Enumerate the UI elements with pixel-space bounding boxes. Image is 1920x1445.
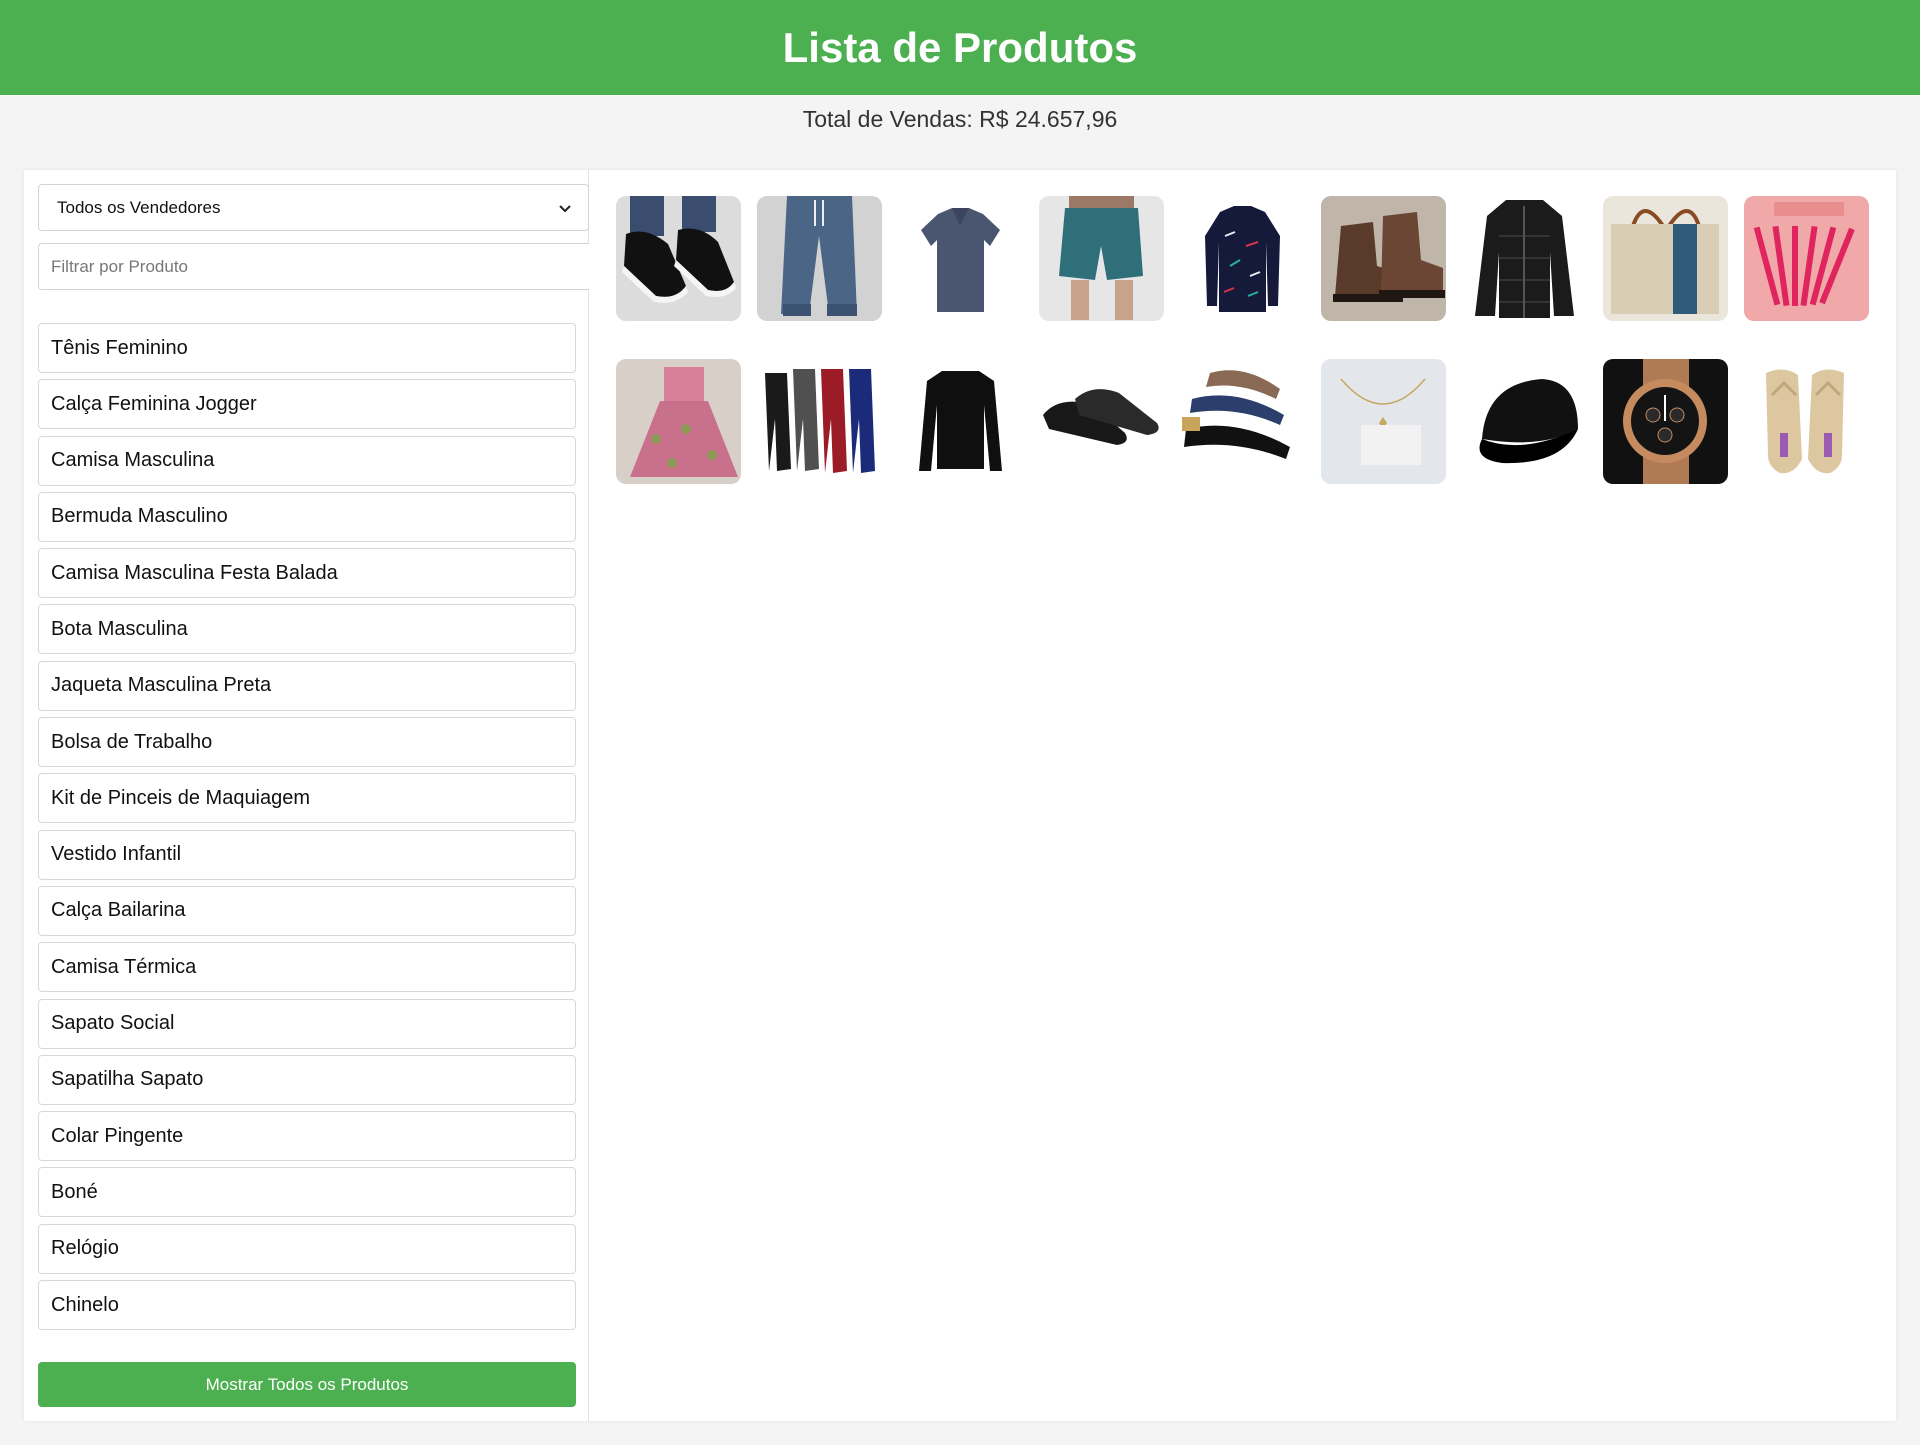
product-list-item[interactable]: Relógio bbox=[38, 1223, 576, 1274]
camisa-festa-balada-image[interactable] bbox=[1180, 196, 1305, 321]
product-list-item[interactable]: Jaqueta Masculina Preta bbox=[38, 660, 576, 711]
sapato-social-image[interactable] bbox=[1039, 359, 1164, 484]
jaqueta-masculina-preta-image[interactable] bbox=[1462, 196, 1587, 321]
product-list-item[interactable]: Colar Pingente bbox=[38, 1111, 576, 1162]
product-list-item[interactable]: Kit de Pinceis de Maquiagem bbox=[38, 773, 576, 824]
product-list-item[interactable]: Camisa Masculina bbox=[38, 435, 576, 486]
product-list-item[interactable]: Calça Bailarina bbox=[38, 885, 576, 936]
product-list-item[interactable]: Boné bbox=[38, 1167, 576, 1218]
product-list: Tênis Feminino Calça Feminina Jogger Cam… bbox=[38, 323, 576, 1336]
sidebar: Todos os Vendedores Tênis Feminino Calça… bbox=[24, 170, 589, 1421]
product-list-item[interactable]: Vestido Infantil bbox=[38, 829, 576, 880]
bermuda-masculino-image[interactable] bbox=[1039, 196, 1164, 321]
relogio-image[interactable] bbox=[1603, 359, 1728, 484]
show-all-products-button[interactable]: Mostrar Todos os Produtos bbox=[38, 1362, 576, 1407]
page-title: Lista de Produtos bbox=[782, 23, 1138, 71]
product-list-item[interactable]: Calça Feminina Jogger bbox=[38, 379, 576, 430]
bolsa-de-trabalho-image[interactable] bbox=[1603, 196, 1728, 321]
calca-feminina-jogger-image[interactable] bbox=[757, 196, 882, 321]
product-filter-input[interactable] bbox=[38, 243, 589, 290]
main-panel: Todos os Vendedores Tênis Feminino Calça… bbox=[24, 170, 1896, 1421]
product-list-item[interactable]: Bota Masculina bbox=[38, 604, 576, 655]
camisa-masculina-image[interactable] bbox=[898, 196, 1023, 321]
bone-image[interactable] bbox=[1462, 359, 1587, 484]
product-list-item[interactable]: Sapato Social bbox=[38, 998, 576, 1049]
calca-bailarina-image[interactable] bbox=[757, 359, 882, 484]
product-list-item[interactable]: Tênis Feminino bbox=[38, 323, 576, 373]
bota-masculina-image[interactable] bbox=[1321, 196, 1446, 321]
camisa-termica-image[interactable] bbox=[898, 359, 1023, 484]
vestido-infantil-image[interactable] bbox=[616, 359, 741, 484]
chinelo-image[interactable] bbox=[1744, 359, 1869, 484]
chevron-down-icon bbox=[559, 205, 571, 213]
header-bar: Lista de Produtos bbox=[0, 0, 1920, 95]
sapatilha-sapato-image[interactable] bbox=[1180, 359, 1305, 484]
vendor-select[interactable]: Todos os Vendedores bbox=[38, 184, 589, 231]
kit-pinceis-maquiagem-image[interactable] bbox=[1744, 196, 1869, 321]
product-list-item[interactable]: Camisa Masculina Festa Balada bbox=[38, 548, 576, 599]
colar-pingente-image[interactable] bbox=[1321, 359, 1446, 484]
product-list-item[interactable]: Chinelo bbox=[38, 1280, 576, 1331]
product-list-item[interactable]: Bolsa de Trabalho bbox=[38, 717, 576, 768]
product-list-item[interactable]: Bermuda Masculino bbox=[38, 491, 576, 542]
total-sales-text: Total de Vendas: R$ 24.657,96 bbox=[802, 106, 1118, 132]
product-list-item[interactable]: Camisa Térmica bbox=[38, 942, 576, 993]
vendor-select-value: Todos os Vendedores bbox=[57, 197, 221, 217]
product-list-item[interactable]: Sapatilha Sapato bbox=[38, 1054, 576, 1105]
tenis-feminino-image[interactable] bbox=[616, 196, 741, 321]
